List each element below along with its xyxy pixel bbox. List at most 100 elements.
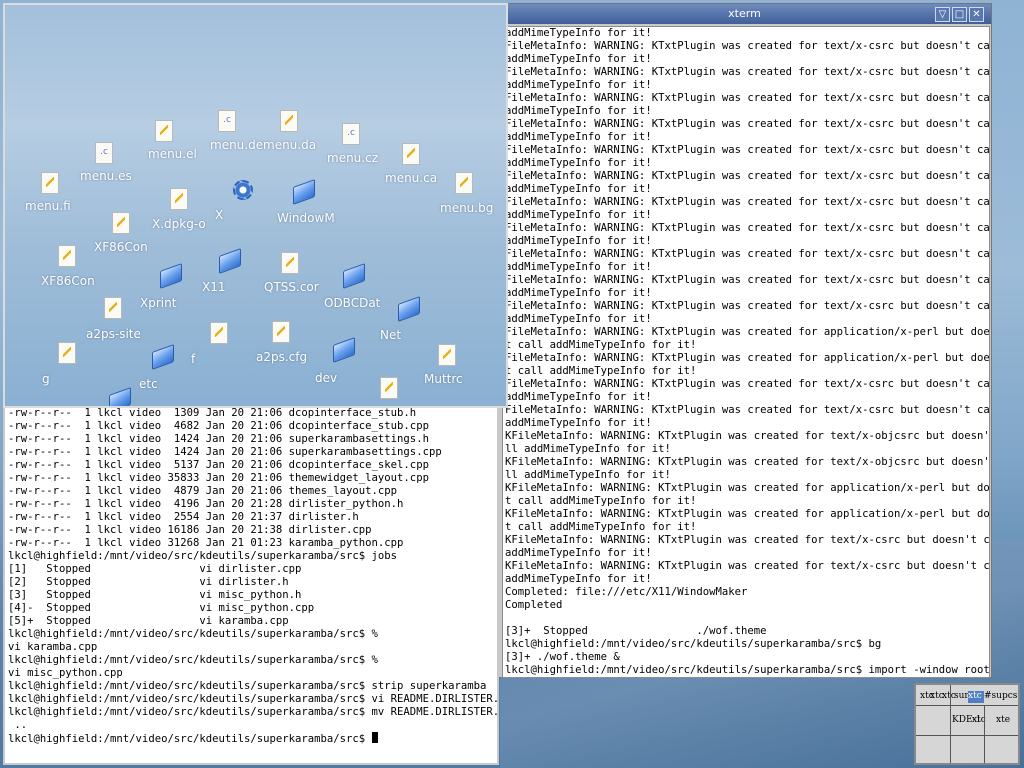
text-file-icon[interactable] [104,297,122,319]
terminal-cursor [371,732,378,743]
folder-icon[interactable] [293,178,315,206]
text-file-icon[interactable] [112,212,130,234]
terminal-line: vi karamba.cpp [8,641,98,653]
desktop-icon-label[interactable]: WindowM [277,211,335,225]
terminal-line: addMimeTypeInfo for it! [505,183,652,195]
text-file-icon[interactable] [438,344,456,366]
terminal-line: addMimeTypeInfo for it! [505,573,652,585]
folder-icon[interactable] [343,262,365,290]
terminal-line: [5]+ Stopped vi karamba.cpp [8,615,289,627]
desktop-icon-label[interactable]: f [191,352,195,366]
minimize-icon[interactable]: ▽ [935,7,950,22]
desktop-icon-label[interactable]: X11 [202,280,226,294]
terminal-line: [4]- Stopped vi misc_python.cpp [8,602,315,614]
terminal-cursor [531,677,537,678]
terminal-line: addMimeTypeInfo for it! [505,287,652,299]
terminal-line: lkcl@highfield:/mnt/video/src/kdeutils/s… [8,693,499,705]
folder-icon[interactable] [398,295,420,323]
desktop-icon-label[interactable]: QTSS.cor [264,280,319,294]
text-file-icon[interactable] [58,342,76,364]
text-file-icon[interactable] [58,245,76,267]
terminal-line: -rw-r--r-- 1 lkcl video 4879 Jan 20 21:0… [8,485,398,497]
text-file-icon[interactable] [281,252,299,274]
c-source-file-icon[interactable]: .c [342,123,360,145]
desktop-icon-label[interactable]: menu.ca [385,171,437,185]
terminal-line: [3]+ Stopped ./wof.theme [505,625,767,637]
desktop-icon-label[interactable]: Xprint [140,296,176,310]
desktop-icon-label[interactable]: menu.da [263,138,316,152]
desktop-icon-label[interactable]: X [215,208,223,222]
terminal-line: lkcl@highfield:/mnt/video/src/kdeutils/s… [8,680,487,692]
folder-icon[interactable] [219,247,241,275]
pager-cell[interactable]: xtc [972,715,988,727]
terminal-line: FileMetaInfo: WARNING: KTxtPlugin was cr… [505,378,990,390]
xterm-window-right[interactable]: xterm ▽ □ ✕ addMimeTypeInfo for it! FileM… [497,3,992,678]
desktop-icon-label[interactable]: menu.es [80,169,132,183]
terminal-line: FileMetaInfo: WARNING: KTxtPlugin was cr… [505,274,990,286]
desktop-icon-label[interactable]: ODBCDat [324,296,380,310]
terminal-line: FileMetaInfo: WARNING: KTxtPlugin was cr… [505,352,990,364]
text-file-icon[interactable] [41,172,59,194]
terminal-line: KFileMetaInfo: WARNING: KTxtPlugin was c… [505,430,990,442]
desktop-icon-label[interactable]: X.dpkg-o [152,217,206,231]
desktop-file-view[interactable]: .c menu.de menu.da menu.el .c menu.cz .c menu.e… [3,3,508,408]
blank-file-icon[interactable] [380,377,398,399]
gear-icon[interactable] [233,180,253,200]
terminal-line: lkcl@highfield:/mnt/video/src/kdeutils/s… [8,706,499,718]
terminal-line: [1] Stopped vi dirlister.cpp [8,563,302,575]
desktop-pager[interactable]: xtc xtc xtc sur xtc #supcs KDE-1 xtc xte [914,683,1020,765]
terminal-line: lkcl@highfield:/mnt/video/src/kdeutils/s… [505,664,990,676]
folder-icon[interactable] [333,336,355,364]
terminal-line: -rw-r--r-- 1 lkcl video 1424 Jan 20 21:0… [8,446,442,458]
terminal-line: -rw-r--r-- 1 lkcl video 1309 Jan 20 21:0… [8,407,417,419]
blank-file-icon[interactable] [170,188,188,210]
xterm-right-terminal-output[interactable]: addMimeTypeInfo for it! FileMetaInfo: WAR… [502,26,990,678]
terminal-line: addMimeTypeInfo for it! [505,235,652,247]
pager-cell[interactable]: xte [996,715,1014,727]
xterm-titlebar[interactable]: xterm [498,4,991,24]
terminal-line: -rw-r--r-- 1 lkcl video 2554 Jan 20 21:3… [8,511,359,523]
terminal-line: ll addMimeTypeInfo for it! [505,469,671,481]
folder-icon[interactable] [109,386,131,406]
text-file-icon[interactable] [455,172,473,194]
c-source-file-icon[interactable]: .c [95,142,113,164]
maximize-icon[interactable]: □ [952,7,967,22]
desktop-icon-label[interactable]: XF86Con [41,274,95,288]
desktop-icon-label[interactable]: Muttrc [424,372,463,386]
text-file-icon[interactable] [402,143,420,165]
terminal-line: vi misc_python.cpp [8,667,123,679]
terminal-line: addMimeTypeInfo for it! [505,417,652,429]
desktop-icon-label[interactable]: XF86Con [94,240,148,254]
desktop-icon-label[interactable]: a2ps-site [86,327,141,341]
desktop-icon-label[interactable]: menu.bg [440,201,493,215]
desktop-icon-label[interactable]: dev [315,371,337,385]
pager-cell[interactable]: xtc [968,691,984,703]
pager-divider [950,685,951,763]
terminal-line: [2] Stopped vi dirlister.h [8,576,289,588]
terminal-line: addMimeTypeInfo for it! [505,547,652,559]
desktop-icon-label[interactable]: etc [139,377,158,391]
desktop-icon-label[interactable]: menu.fi [25,199,71,213]
desktop-icon-label[interactable]: menu.el [148,147,197,161]
xterm-left-terminal-output[interactable]: -rw-r--r-- 1 lkcl video 1309 Jan 20 21:0… [3,403,499,765]
folder-icon[interactable] [152,343,174,371]
text-file-icon[interactable] [155,120,173,142]
terminal-line: .jpg [505,677,989,678]
text-file-icon[interactable] [210,322,228,344]
terminal-line: addMimeTypeInfo for it! [505,131,652,143]
desktop-icon-label[interactable]: menu.de [210,138,263,152]
terminal-line: addMimeTypeInfo for it! [505,391,652,403]
folder-icon[interactable] [160,262,182,290]
terminal-line: FileMetaInfo: WARNING: KTxtPlugin was cr… [505,300,990,312]
desktop-icon-label[interactable]: a2ps.cfg [256,350,307,364]
terminal-line: -rw-r--r-- 1 lkcl video 4682 Jan 20 21:0… [8,420,429,432]
desktop-icon-label[interactable]: Net [380,328,401,342]
desktop-icon-label[interactable]: g [42,372,50,386]
close-icon[interactable]: ✕ [969,7,984,22]
text-file-icon[interactable] [280,110,298,132]
c-source-file-icon[interactable]: .c [218,110,236,132]
terminal-line: addMimeTypeInfo for it! [505,157,652,169]
text-file-icon[interactable] [272,321,290,343]
pager-cell[interactable]: #supcs [984,691,1018,703]
desktop-icon-label[interactable]: menu.cz [327,151,378,165]
